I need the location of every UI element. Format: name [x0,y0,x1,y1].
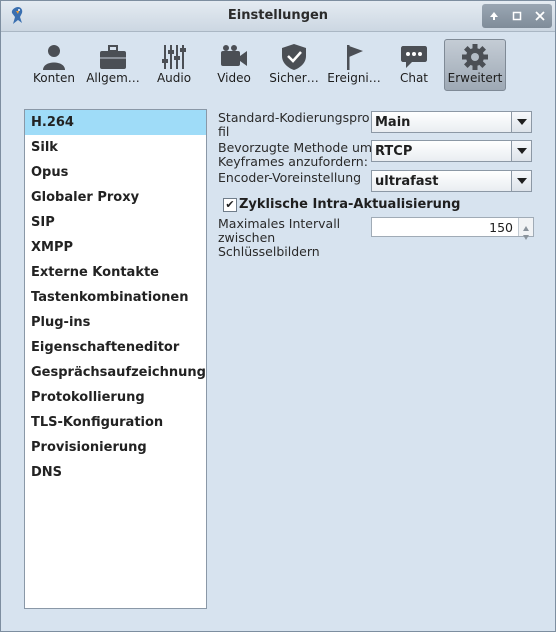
window-title: Einstellungen [227,8,329,23]
tab-audio[interactable]: Audio [144,40,204,90]
keyframe-label-line2: Keyframes anzufordern: [218,154,368,169]
tab-konten[interactable]: Konten [24,40,84,90]
list-item-h264[interactable]: H.264 [25,110,206,135]
max-interval-label-line1: Maximales Intervall [218,216,341,231]
close-icon[interactable] [532,8,548,24]
tab-label: Ereigni… [327,71,381,85]
list-item-global-proxy[interactable]: Globaler Proxy [25,185,206,210]
sliders-icon [159,43,189,71]
keyframe-label-line1: Bevorzugte Methode um [218,140,373,155]
list-item-property-editor[interactable]: Eigenschafteneditor [25,335,206,360]
max-interval-label-line2: zwischen [218,230,276,245]
max-interval-spinbox[interactable]: 150 [371,217,534,240]
category-toolbar: Konten Allgem… Audio Video Sicher… Ereig… [1,32,555,92]
flag-icon [339,43,369,71]
max-interval-label: Maximales Intervall zwischen Schlüsselbi… [218,217,340,259]
tab-sicherheit[interactable]: Sicher… [264,40,324,90]
preset-label-text: Encoder-Voreinstellung [218,170,362,185]
tab-label: Sicher… [269,71,319,85]
chevron-down-icon[interactable] [511,112,531,132]
max-interval-value[interactable]: 150 [489,220,513,235]
list-item-plugins[interactable]: Plug-ins [25,310,206,335]
h264-settings-panel: Standard-Kodierungspro fil Main Bevorzug… [217,109,535,309]
settings-category-list: H.264 Silk Opus Globaler Proxy SIP XMPP … [24,109,207,609]
shield-icon [279,43,309,71]
chevron-down-icon[interactable] [511,171,531,191]
restore-icon[interactable] [509,8,525,24]
tab-ereignisse[interactable]: Ereigni… [324,40,384,90]
tab-label: Konten [33,71,75,85]
tab-erweitert[interactable]: Erweitert [444,39,506,91]
tab-allgemein[interactable]: Allgem… [83,40,143,90]
list-item-opus[interactable]: Opus [25,160,206,185]
list-item-call-recording[interactable]: Gesprächsaufzeichnung [25,360,206,385]
briefcase-icon [98,43,128,71]
video-camera-icon [219,43,249,71]
list-item-dns[interactable]: DNS [25,460,206,485]
list-item-xmpp[interactable]: XMPP [25,235,206,260]
list-item-logging[interactable]: Protokollierung [25,385,206,410]
encoder-preset-select[interactable]: ultrafast [371,170,532,192]
preset-label: Encoder-Voreinstellung [218,171,361,185]
tab-chat[interactable]: Chat [384,40,444,90]
chevron-down-icon[interactable] [511,141,531,161]
settings-window: Einstellungen Konten Allgem… Audio Video… [0,0,556,632]
window-controls [482,4,552,28]
keyframe-value: RTCP [375,144,413,159]
profile-label-line1: Standard-Kodierungspro [218,110,370,125]
profile-select[interactable]: Main [371,111,532,133]
list-item-sip[interactable]: SIP [25,210,206,235]
tab-label: Erweitert [447,71,503,85]
intra-refresh-checkbox[interactable]: ✔ [223,198,237,212]
tab-label: Chat [399,71,429,85]
list-item-tls-config[interactable]: TLS-Konfiguration [25,410,206,435]
gear-icon [460,43,490,71]
tab-video[interactable]: Video [204,40,264,90]
tab-label: Audio [156,71,192,85]
chat-bubble-icon [399,43,429,71]
preset-value: ultrafast [375,174,439,189]
tab-label: Allgem… [86,71,140,85]
title-bar: Einstellungen [1,1,555,32]
spin-up-icon[interactable] [523,220,529,231]
list-item-silk[interactable]: Silk [25,135,206,160]
maximize-up-icon[interactable] [486,8,502,24]
spin-buttons [518,218,533,240]
person-icon [39,43,69,71]
profile-label-line2: fil [218,124,230,139]
list-item-external-contacts[interactable]: Externe Kontakte [25,260,206,285]
list-item-shortcuts[interactable]: Tastenkombinationen [25,285,206,310]
list-item-provisioning[interactable]: Provisionierung [25,435,206,460]
tab-label: Video [217,71,251,85]
keyframe-label: Bevorzugte Methode um Keyframes anzuford… [218,141,372,169]
intra-refresh-label[interactable]: Zyklische Intra-Aktualisierung [239,197,460,212]
keyframe-method-select[interactable]: RTCP [371,140,532,162]
max-interval-label-line3: Schlüsselbildern [218,244,320,259]
profile-label: Standard-Kodierungspro fil [218,111,370,139]
spin-down-icon[interactable] [523,229,529,240]
profile-value: Main [375,115,411,130]
